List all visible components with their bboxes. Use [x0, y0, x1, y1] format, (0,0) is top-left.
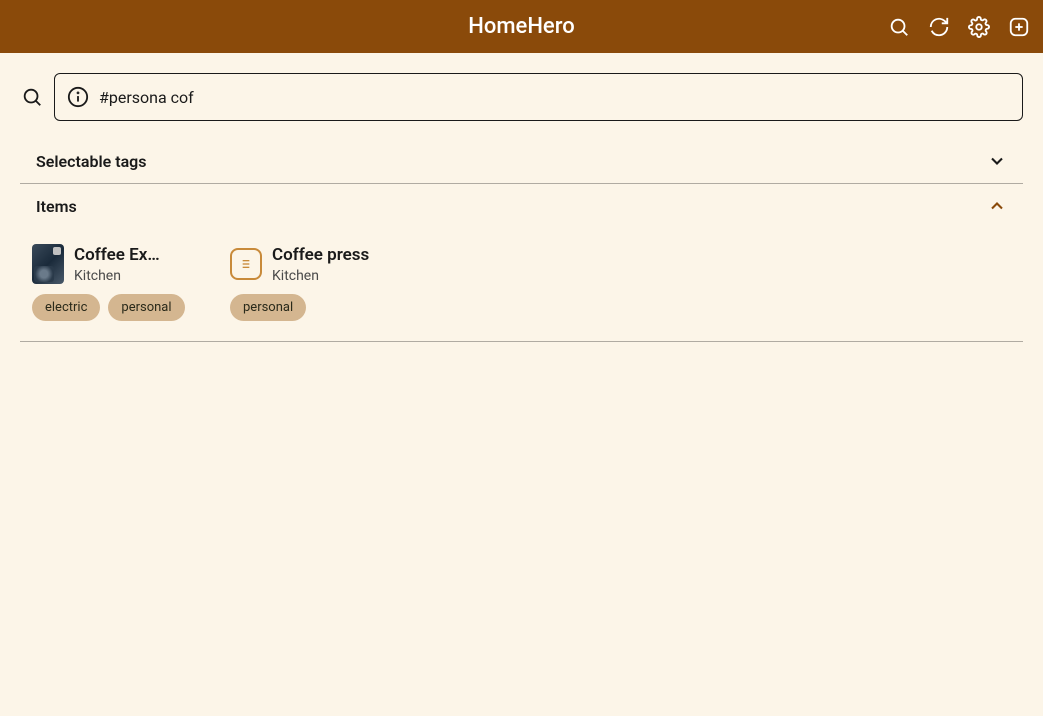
item-thumbnail [32, 244, 64, 284]
tag-row: personal [230, 294, 400, 321]
divider [20, 341, 1023, 342]
items-header[interactable]: Items [20, 184, 1023, 228]
tag-chip[interactable]: personal [108, 294, 184, 321]
item-text: Coffee Ex… Kitchen [74, 244, 202, 284]
item-text: Coffee press Kitchen [272, 244, 400, 284]
search-box[interactable] [54, 73, 1023, 121]
search-input[interactable] [99, 88, 1010, 107]
tag-chip[interactable]: personal [230, 294, 306, 321]
item-thumbnail-icon [230, 248, 262, 280]
item-card[interactable]: Coffee Ex… Kitchen electric personal [32, 244, 202, 321]
tag-chip[interactable]: electric [32, 294, 100, 321]
chevron-up-icon [987, 196, 1007, 216]
items-title: Items [36, 197, 77, 216]
item-card[interactable]: Coffee press Kitchen personal [230, 244, 400, 321]
selectable-tags-title: Selectable tags [36, 152, 147, 171]
selectable-tags-header[interactable]: Selectable tags [20, 139, 1023, 183]
search-icon[interactable] [887, 15, 911, 39]
search-icon[interactable] [20, 85, 44, 109]
settings-icon[interactable] [967, 15, 991, 39]
search-row [20, 73, 1023, 121]
item-location: Kitchen [272, 268, 400, 284]
main-content: Selectable tags Items Coffee Ex… Kitchen… [0, 53, 1043, 342]
chevron-down-icon [987, 151, 1007, 171]
refresh-icon[interactable] [927, 15, 951, 39]
items-grid: Coffee Ex… Kitchen electric personal Cof… [20, 228, 1023, 341]
item-name: Coffee press [272, 244, 400, 266]
info-icon[interactable] [67, 86, 89, 108]
app-title: HomeHero [468, 14, 574, 39]
add-icon[interactable] [1007, 15, 1031, 39]
app-bar: HomeHero [0, 0, 1043, 53]
item-header: Coffee Ex… Kitchen [32, 244, 202, 284]
item-name: Coffee Ex… [74, 244, 202, 266]
item-header: Coffee press Kitchen [230, 244, 400, 284]
item-location: Kitchen [74, 268, 202, 284]
tag-row: electric personal [32, 294, 202, 321]
appbar-actions [887, 15, 1031, 39]
